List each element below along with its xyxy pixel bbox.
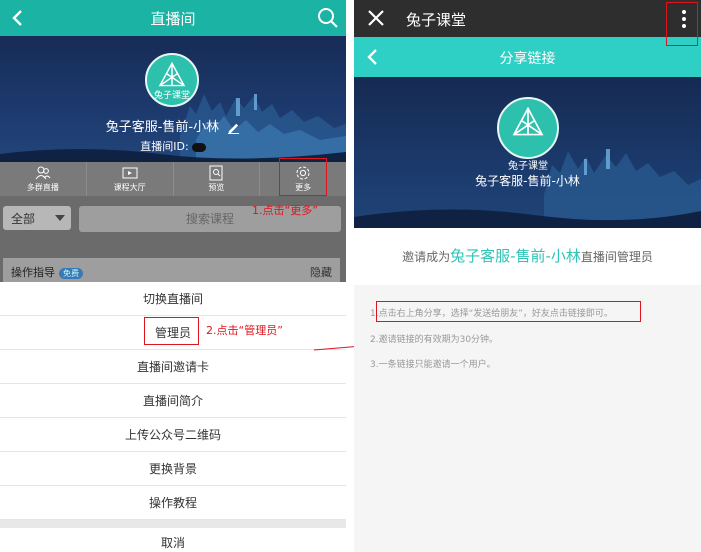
menu-item-upload-qrcode[interactable]: 上传公众号二维码 <box>0 418 346 452</box>
tab-preview[interactable]: 预览 <box>174 162 261 196</box>
tab-course-hall[interactable]: 课程大厅 <box>87 162 174 196</box>
triangle-logo-icon <box>512 106 544 136</box>
hide-guide-link[interactable]: 隐藏 <box>310 264 332 280</box>
streamer-name: 兔子客服-售前-小林 <box>0 116 346 135</box>
guide-label: 操作指导 <box>11 266 55 279</box>
cancel-button[interactable]: 取消 <box>0 528 346 552</box>
menu-item-switch-room[interactable]: 切换直播间 <box>0 282 346 316</box>
left-header-bar: 直播间 <box>0 0 346 36</box>
highlight-box-more-menu <box>666 2 698 46</box>
preview-icon <box>209 165 223 181</box>
note-2: 2.邀请链接的有效期为30分钟。 <box>370 335 499 345</box>
invite-message: 邀请成为兔子客服-售前-小林直播间管理员 <box>354 228 701 285</box>
tab-label: 预览 <box>208 183 225 192</box>
room-id-label: 直播间ID: <box>140 140 189 153</box>
streamer-name-text: 兔子客服-售前-小林 <box>105 120 220 135</box>
room-logo <box>497 97 559 159</box>
menu-item-invite-card[interactable]: 直播间邀请卡 <box>0 350 346 384</box>
room-id: 直播间ID: <box>0 138 346 154</box>
right-phone-screen: 兔子课堂 分享链接 兔子课堂 兔子客服-售前-小林 邀请成为兔子客服-售前-小林… <box>354 0 701 552</box>
share-header-bar: 分享链接 <box>354 37 701 77</box>
left-phone-screen: 直播间 兔子课堂 兔子客服-售前-小林 直播间ID: 多群直播 课程大厅 预览 … <box>0 0 346 552</box>
highlight-box-more <box>279 158 327 196</box>
menu-item-change-background[interactable]: 更换背景 <box>0 452 346 486</box>
free-badge: 免费 <box>59 267 83 279</box>
close-icon[interactable] <box>366 8 386 28</box>
redacted-id <box>191 142 206 152</box>
tab-multi-group[interactable]: 多群直播 <box>0 162 87 196</box>
invite-prefix: 邀请成为 <box>402 250 451 264</box>
menu-item-tutorial[interactable]: 操作教程 <box>0 486 346 520</box>
tab-label: 课程大厅 <box>113 183 146 192</box>
guide-bar: 操作指导 免费 隐藏 <box>3 258 340 284</box>
tab-label: 多群直播 <box>26 183 59 192</box>
logo-text: 兔子课堂 <box>508 161 548 172</box>
edit-pencil-icon[interactable] <box>227 121 240 134</box>
page-title: 直播间 <box>150 10 196 28</box>
logo-text: 兔子课堂 <box>153 91 190 101</box>
streamer-name: 兔子客服-售前-小林 <box>475 174 580 188</box>
sheet-divider <box>0 520 346 528</box>
highlight-box-admin <box>144 317 199 345</box>
app-title: 兔子课堂 <box>406 11 467 29</box>
live-room-banner: 兔子课堂 兔子客服-售前-小林 直播间ID: <box>0 36 346 162</box>
tv-icon <box>122 167 138 179</box>
category-filter[interactable]: 全部 <box>3 206 71 230</box>
group-icon <box>35 166 51 180</box>
chevron-down-icon <box>55 215 65 221</box>
share-banner: 兔子课堂 兔子客服-售前-小林 <box>354 77 701 228</box>
annotation-step1: 1.点击“更多” <box>252 204 318 217</box>
highlight-box-note1 <box>376 301 641 322</box>
invite-suffix: 直播间管理员 <box>580 250 653 264</box>
page-title: 分享链接 <box>499 51 556 67</box>
wechat-top-bar: 兔子课堂 <box>354 0 701 37</box>
filter-value: 全部 <box>11 212 36 226</box>
annotation-step2: 2.点击“管理员” <box>206 324 283 337</box>
note-3: 3.一条链接只能邀请一个用户。 <box>370 360 496 370</box>
invite-name: 兔子客服-售前-小林 <box>450 247 581 265</box>
menu-item-room-intro[interactable]: 直播间简介 <box>0 384 346 418</box>
search-icon[interactable] <box>316 6 340 30</box>
